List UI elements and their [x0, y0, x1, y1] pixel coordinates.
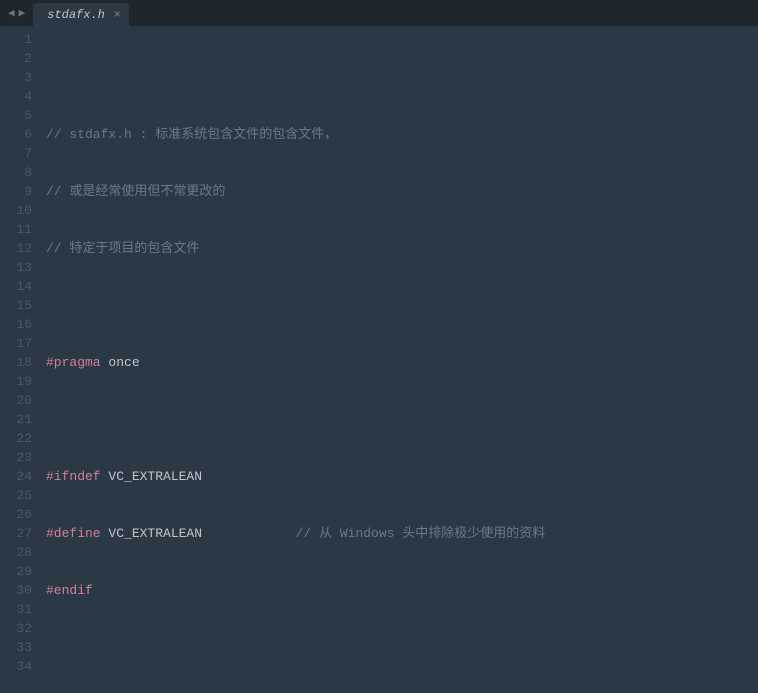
nav-forward-icon[interactable]: ▶: [19, 6, 26, 20]
line-number: 15: [0, 296, 32, 315]
line-number: 3: [0, 68, 32, 87]
line-number-gutter: 1 2 3 4 5 6 7 8 9 10 11 12 13 14 15 16 1…: [0, 26, 46, 693]
line-number: 18: [0, 353, 32, 372]
nav-back-icon[interactable]: ◀: [8, 6, 15, 20]
code-line: #define VC_EXTRALEAN // 从 Windows 头中排除极少…: [46, 524, 758, 543]
close-icon[interactable]: ×: [114, 8, 121, 22]
line-number: 8: [0, 163, 32, 182]
line-number: 24: [0, 467, 32, 486]
code-line: #ifndef VC_EXTRALEAN: [46, 467, 758, 486]
code-line: // 特定于项目的包含文件: [46, 239, 758, 258]
line-number: 12: [0, 239, 32, 258]
code-line: // stdafx.h : 标准系统包含文件的包含文件，: [46, 125, 758, 144]
tab-stdafx[interactable]: stdafx.h ×: [33, 3, 129, 26]
line-number: 4: [0, 87, 32, 106]
line-number: 7: [0, 144, 32, 163]
line-number: 23: [0, 448, 32, 467]
line-number: 20: [0, 391, 32, 410]
line-number: 10: [0, 201, 32, 220]
code-line: #endif: [46, 581, 758, 600]
line-number: 26: [0, 505, 32, 524]
line-number: 22: [0, 429, 32, 448]
line-number: 29: [0, 562, 32, 581]
code-area[interactable]: // stdafx.h : 标准系统包含文件的包含文件， // 或是经常使用但不…: [46, 26, 758, 693]
tab-title: stdafx.h: [47, 8, 105, 22]
code-line: [46, 68, 758, 87]
line-number: 5: [0, 106, 32, 125]
code-line: // 或是经常使用但不常更改的: [46, 182, 758, 201]
line-number: 25: [0, 486, 32, 505]
line-number: 32: [0, 619, 32, 638]
nav-arrows: ◀ ▶: [0, 0, 33, 26]
line-number: 27: [0, 524, 32, 543]
line-number: 13: [0, 258, 32, 277]
editor: 1 2 3 4 5 6 7 8 9 10 11 12 13 14 15 16 1…: [0, 26, 758, 693]
line-number: 33: [0, 638, 32, 657]
line-number: 30: [0, 581, 32, 600]
line-number: 21: [0, 410, 32, 429]
line-number: 6: [0, 125, 32, 144]
line-number: 34: [0, 657, 32, 676]
line-number: 16: [0, 315, 32, 334]
line-number: 11: [0, 220, 32, 239]
line-number: 19: [0, 372, 32, 391]
line-number: 28: [0, 543, 32, 562]
line-number: 14: [0, 277, 32, 296]
line-number: 31: [0, 600, 32, 619]
code-line: [46, 410, 758, 429]
line-number: 9: [0, 182, 32, 201]
titlebar: ◀ ▶ stdafx.h ×: [0, 0, 758, 26]
line-number: 1: [0, 30, 32, 49]
line-number: 17: [0, 334, 32, 353]
code-line: #pragma once: [46, 353, 758, 372]
code-line: [46, 638, 758, 657]
line-number: 2: [0, 49, 32, 68]
code-line: [46, 296, 758, 315]
